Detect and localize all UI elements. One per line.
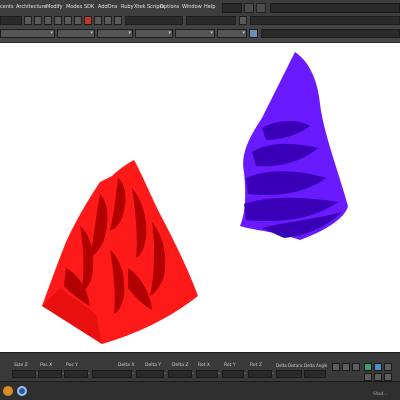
cursor-icon[interactable] — [244, 3, 254, 13]
chevron-down-icon: ▾ — [50, 30, 53, 36]
constraint-button-6[interactable] — [374, 373, 382, 381]
constraint-button-7[interactable] — [384, 373, 392, 381]
toolbar-button-4[interactable] — [54, 16, 62, 25]
menu-item-addons[interactable]: AddOns — [98, 4, 117, 10]
toolbar-button-5[interactable] — [64, 16, 72, 25]
constraint-button-2[interactable] — [342, 363, 350, 371]
menu-item-recents[interactable]: cents — [0, 4, 14, 10]
delta-angle-label: Delta Angle — [304, 363, 328, 368]
purple-twisted-object[interactable] — [240, 52, 348, 240]
scale-dropdown[interactable]: ▾ — [175, 29, 215, 38]
delta-x-field[interactable] — [92, 370, 132, 378]
toolbar-button-1[interactable] — [24, 16, 32, 25]
toolbar-field-4[interactable] — [250, 16, 400, 25]
pos-y-label: Pos Y — [66, 363, 78, 368]
view-dropdown[interactable]: ▾ — [135, 29, 173, 38]
size-z-label: Size Z — [14, 363, 28, 368]
toolbar-button-8[interactable] — [104, 16, 112, 25]
toolbar-button-3[interactable] — [44, 16, 52, 25]
menu-item-help[interactable]: Help — [204, 4, 215, 10]
taskbar — [0, 381, 400, 400]
toolbar-button-7[interactable] — [94, 16, 102, 25]
chevron-down-icon: ▾ — [168, 30, 171, 36]
snap-icon[interactable] — [364, 363, 372, 371]
red-twisted-object[interactable] — [42, 160, 198, 344]
menu-item-ruby[interactable]: Ruby — [121, 4, 134, 10]
delta-x-label: Delta X — [118, 363, 135, 368]
search-input[interactable] — [222, 3, 242, 13]
chevron-down-icon: ▾ — [90, 30, 93, 36]
pos-x-field[interactable] — [38, 370, 62, 378]
rot-y-field[interactable] — [222, 370, 244, 378]
viewport-canvas — [42, 52, 348, 344]
app-icon[interactable] — [17, 386, 27, 396]
rot-x-label: Rot X — [198, 363, 210, 368]
constraint-button-5[interactable] — [364, 373, 372, 381]
delta-angle-field[interactable] — [304, 370, 326, 378]
style-dropdown[interactable]: ▾ — [57, 29, 95, 38]
delta-z-field[interactable] — [168, 370, 192, 378]
pos-y-field[interactable] — [64, 370, 88, 378]
toolbar-button-9[interactable] — [114, 16, 122, 25]
record-icon[interactable] — [84, 16, 92, 25]
toolbar-field-3[interactable] — [186, 16, 236, 25]
toolbar: ▾ ▾ ▾ ▾ ▾ ▾ — [0, 16, 400, 43]
camera-icon[interactable] — [3, 386, 13, 396]
chevron-down-icon: ▾ — [242, 30, 245, 36]
constraint-button-4[interactable] — [384, 363, 392, 371]
toolbar-button-2[interactable] — [34, 16, 42, 25]
size-z-field[interactable] — [12, 370, 36, 378]
chevron-down-icon: ▾ — [210, 30, 213, 36]
constraint-button-1[interactable] — [332, 363, 340, 371]
menu-item-architecture[interactable]: Architecture — [16, 4, 47, 10]
toolbar-button-10[interactable] — [239, 16, 247, 25]
grid-icon[interactable] — [374, 363, 382, 371]
delta-distance-field[interactable] — [276, 370, 302, 378]
rot-z-field[interactable] — [248, 370, 272, 378]
delta-y-field[interactable] — [136, 370, 164, 378]
menu-item-sdk[interactable]: SDK — [84, 4, 94, 10]
menu-item-window[interactable]: Window — [182, 4, 202, 10]
chevron-down-icon: ▾ — [128, 30, 131, 36]
delta-z-label: Delta Z — [172, 363, 189, 368]
view-icon[interactable] — [256, 3, 266, 13]
toolbar-field-2[interactable] — [125, 16, 183, 25]
rot-y-label: Rot Y — [224, 363, 236, 368]
toolbar-field-5[interactable] — [261, 29, 400, 38]
toolbar-button-6[interactable] — [74, 16, 82, 25]
render-dropdown[interactable]: ▾ — [217, 29, 247, 38]
snap-toggle-icon[interactable] — [249, 29, 258, 38]
delta-distance-label: Delta Distanc — [276, 363, 303, 368]
menu-item-options[interactable]: Options — [160, 4, 179, 10]
rot-z-label: Rot Z — [250, 363, 262, 368]
menu-item-modes[interactable]: Modes — [66, 4, 82, 10]
menu-item-modify[interactable]: Modify — [46, 4, 63, 10]
class-dropdown[interactable]: ▾ — [97, 29, 133, 38]
command-input[interactable] — [270, 3, 400, 13]
menu-bar: cents Architecture Modify Modes SDK AddO… — [0, 0, 400, 16]
3d-viewport[interactable] — [0, 44, 400, 351]
constraint-button-3[interactable] — [352, 363, 360, 371]
pos-x-label: Pos X — [40, 363, 53, 368]
layer-dropdown[interactable]: ▾ — [0, 29, 55, 38]
toolbar-field-1[interactable] — [0, 16, 22, 25]
status-text: Shad... — [373, 391, 387, 396]
rot-x-field[interactable] — [196, 370, 218, 378]
delta-y-label: Delta Y — [145, 363, 162, 368]
